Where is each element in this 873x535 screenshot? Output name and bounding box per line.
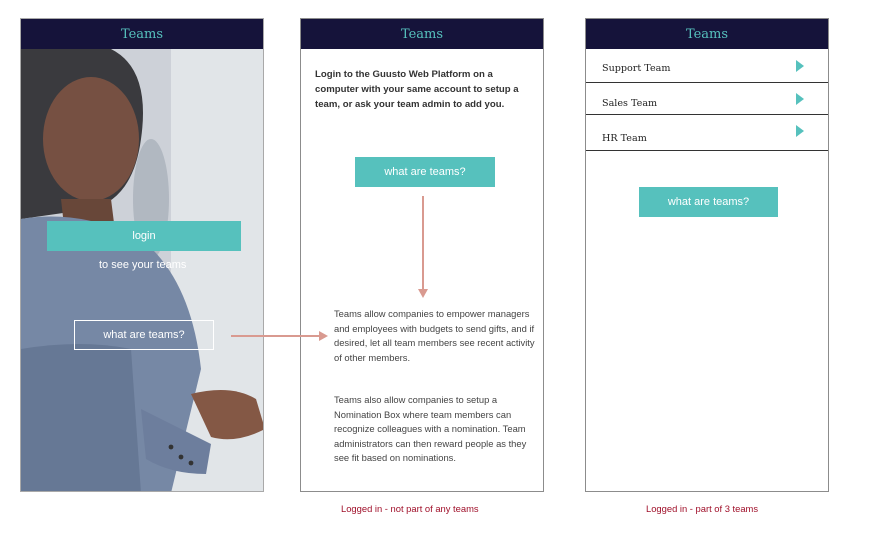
right-arrow-icon bbox=[231, 331, 328, 341]
caption-with-teams: Logged in - part of 3 teams bbox=[646, 503, 759, 514]
caption-no-teams: Logged in - not part of any teams bbox=[341, 503, 479, 514]
flow-arrows bbox=[231, 196, 428, 341]
down-arrow-icon bbox=[418, 196, 428, 298]
